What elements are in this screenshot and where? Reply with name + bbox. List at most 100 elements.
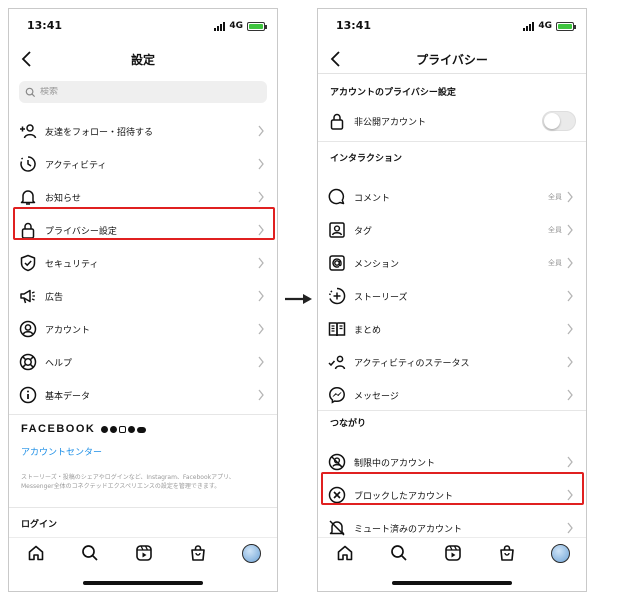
chevron-right-icon	[258, 389, 264, 401]
private-account-row[interactable]: 非公開アカウント	[318, 105, 586, 137]
section-divider	[9, 507, 277, 508]
status-time: 13:41	[336, 19, 372, 32]
privacy-item-blocked[interactable]: ブロックしたアカウント	[318, 479, 586, 511]
privacy-item-restricted[interactable]: 制限中のアカウント	[318, 446, 586, 478]
privacy-item-label: ミュート済みのアカウント	[354, 524, 463, 535]
page-title: プライバシー	[416, 53, 488, 67]
arrow-right-icon	[285, 294, 312, 304]
chevron-right-icon	[258, 224, 264, 236]
section-header-account-privacy: アカウントのプライバシー設定	[330, 88, 456, 98]
privacy-item-activity-status[interactable]: アクティビティのステータス	[318, 346, 586, 378]
shop-icon[interactable]	[189, 544, 207, 562]
settings-item-ads[interactable]: 広告	[9, 280, 277, 312]
settings-item-account[interactable]: アカウント	[9, 313, 277, 345]
settings-item-security[interactable]: セキュリティ	[9, 247, 277, 279]
home-icon[interactable]	[336, 544, 354, 562]
reels-icon[interactable]	[135, 544, 153, 562]
facebook-description: ストーリーズ・投稿のシェアやログインなど、Instagram、Facebookア…	[21, 474, 235, 490]
bottom-tab-bar	[318, 537, 586, 567]
home-indicator	[392, 581, 512, 585]
blocked-icon	[328, 486, 346, 504]
nav-bar: 設定	[9, 45, 277, 73]
private-account-toggle[interactable]	[542, 111, 576, 131]
restricted-icon	[328, 453, 346, 471]
privacy-item-label: アクティビティのステータス	[354, 358, 470, 369]
battery-icon	[247, 21, 267, 31]
chevron-right-icon	[567, 522, 573, 534]
search-icon[interactable]	[81, 544, 99, 562]
messenger-icon	[329, 387, 345, 404]
login-section-header: ログイン	[21, 520, 58, 530]
chevron-right-icon	[567, 191, 573, 203]
privacy-item-value: 全員	[548, 259, 562, 267]
privacy-screen: 13:41 4G プライバシー アカウントのプライバシー設定 非公開アカウント …	[317, 8, 587, 592]
settings-item-help[interactable]: ヘルプ	[9, 346, 277, 378]
activity-icon	[20, 156, 36, 172]
section-header-interactions: インタラクション	[330, 154, 403, 164]
signal-icon	[214, 21, 226, 31]
chevron-right-icon	[258, 323, 264, 335]
privacy-item-label: ストーリーズ	[354, 292, 408, 303]
search-bar[interactable]	[19, 81, 267, 103]
chevron-right-icon	[567, 389, 573, 401]
chevron-right-icon	[567, 456, 573, 468]
settings-screen: 13:41 4G 設定 友達をフォロー・招待する アクティビティ お知らせ プラ…	[8, 8, 278, 592]
accounts-center-link[interactable]: アカウントセンター	[21, 445, 102, 458]
search-icon	[25, 87, 36, 97]
privacy-item-guides[interactable]: まとめ	[318, 313, 586, 345]
profile-avatar[interactable]	[551, 544, 570, 563]
chevron-right-icon	[567, 356, 573, 368]
settings-item-label: お知らせ	[45, 193, 81, 204]
settings-item-follow-invite[interactable]: 友達をフォロー・招待する	[9, 115, 277, 147]
shop-icon[interactable]	[498, 544, 516, 562]
settings-item-about[interactable]: 基本データ	[9, 379, 277, 411]
status-bar: 13:41 4G	[9, 19, 277, 35]
page-title: 設定	[130, 53, 155, 67]
privacy-item-messages[interactable]: メッセージ	[318, 379, 586, 411]
settings-item-privacy[interactable]: プライバシー設定	[9, 214, 277, 246]
lock-icon	[330, 113, 344, 130]
status-indicators: 4G	[214, 21, 267, 31]
privacy-item-comments[interactable]: コメント 全員	[318, 181, 586, 213]
home-icon[interactable]	[27, 544, 45, 562]
section-divider	[9, 414, 277, 415]
guide-book-icon	[328, 322, 346, 337]
search-icon[interactable]	[390, 544, 408, 562]
settings-item-notifications[interactable]: お知らせ	[9, 181, 277, 213]
profile-avatar[interactable]	[242, 544, 261, 563]
chevron-right-icon	[258, 290, 264, 302]
privacy-item-tags[interactable]: タグ 全員	[318, 214, 586, 246]
megaphone-icon	[20, 289, 35, 304]
info-icon	[19, 386, 37, 404]
facebook-wordmark: FACEBOOK	[21, 423, 96, 435]
settings-item-activity[interactable]: アクティビティ	[9, 148, 277, 180]
nav-divider	[318, 73, 586, 74]
search-input[interactable]	[40, 87, 240, 97]
chevron-right-icon	[258, 356, 264, 368]
reels-icon[interactable]	[444, 544, 462, 562]
privacy-item-label: メンション	[354, 259, 400, 270]
bottom-tab-bar	[9, 537, 277, 567]
chevron-right-icon	[567, 323, 573, 335]
chevron-right-icon	[258, 125, 264, 137]
chevron-right-icon	[567, 224, 573, 236]
shield-icon	[20, 254, 36, 272]
story-add-icon	[329, 287, 346, 305]
account-circle-icon	[19, 320, 37, 338]
nav-bar: プライバシー	[318, 45, 586, 73]
chevron-right-icon	[567, 257, 573, 269]
privacy-item-stories[interactable]: ストーリーズ	[318, 280, 586, 312]
settings-item-label: プライバシー設定	[45, 226, 117, 237]
status-indicators: 4G	[523, 21, 576, 31]
privacy-item-label: 制限中のアカウント	[354, 458, 436, 469]
battery-icon	[556, 21, 576, 31]
status-bar: 13:41 4G	[318, 19, 586, 35]
settings-item-label: アクティビティ	[45, 160, 107, 171]
status-time: 13:41	[27, 19, 63, 32]
muted-icon	[329, 520, 345, 536]
chevron-right-icon	[567, 489, 573, 501]
privacy-item-mentions[interactable]: メンション 全員	[318, 247, 586, 279]
home-indicator	[83, 581, 203, 585]
bell-icon	[20, 190, 36, 205]
meta-apps-icons	[101, 425, 147, 433]
